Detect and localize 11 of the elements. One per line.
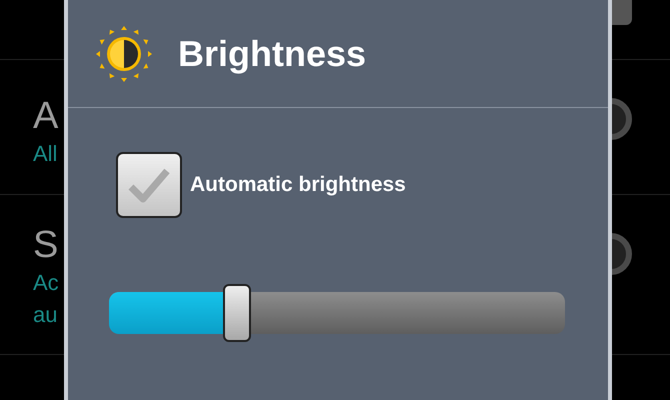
slider-thumb[interactable] xyxy=(222,284,251,342)
setting-summary: Ac xyxy=(33,269,59,297)
setting-summary: au xyxy=(33,301,58,329)
setting-summary: All xyxy=(33,140,58,168)
slider-track[interactable] xyxy=(109,292,565,334)
checkbox[interactable] xyxy=(116,152,182,218)
checkbox-label: Automatic brightness xyxy=(190,172,406,198)
sun-icon xyxy=(96,26,152,82)
setting-title: A xyxy=(33,94,58,138)
dialog-title: Brightness xyxy=(178,32,366,76)
setting-title: S xyxy=(33,223,58,267)
